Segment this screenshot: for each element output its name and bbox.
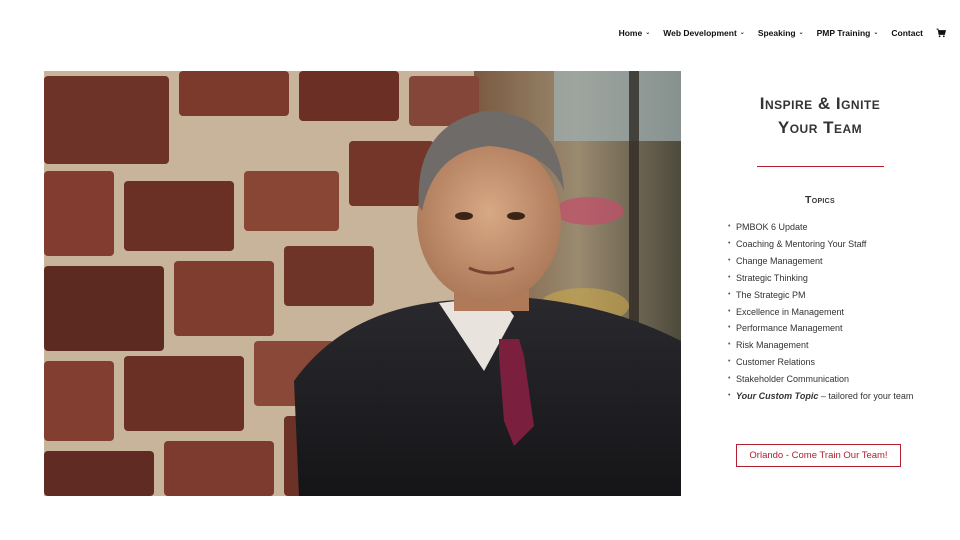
chevron-down-icon: ⌄ [739,30,745,36]
custom-topic-text: – tailored for your team [818,391,914,402]
main-nav: Home ⌄ Web Development ⌄ Speaking ⌄ PMP … [619,28,946,38]
list-item: Customer Relations [728,354,940,371]
nav-label: Home [618,28,643,38]
cart-button[interactable] [936,28,946,38]
nav-item-home[interactable]: Home ⌄ [619,28,651,38]
list-item: Coaching & Mentoring Your Staff [728,236,940,253]
list-item-custom-topic: Your Custom Topic – tailored for your te… [728,388,940,405]
nav-label: Web Development [663,28,737,38]
list-item: Strategic Thinking [728,270,940,287]
nav-item-speaking[interactable]: Speaking ⌄ [758,28,804,38]
nav-item-pmp-training[interactable]: PMP Training ⌄ [817,28,879,38]
list-item: Change Management [728,253,940,270]
headline-line-1: Inspire & Ignite [759,94,881,113]
chevron-down-icon: ⌄ [798,30,804,36]
nav-item-web-development[interactable]: Web Development ⌄ [663,28,745,38]
hero-photo [44,71,681,496]
nav-label: PMP Training [816,28,871,38]
headline-line-2: Your Team [777,118,863,137]
chevron-down-icon: ⌄ [645,30,651,36]
cta-button[interactable]: Orlando - Come Train Our Team! [736,444,901,467]
list-item: Performance Management [728,320,940,337]
list-item: PMBOK 6 Update [728,219,940,236]
topic-list: PMBOK 6 Update Coaching & Mentoring Your… [700,219,940,405]
shopping-cart-icon [936,28,946,38]
list-item: Risk Management [728,337,940,354]
nav-label: Contact [891,28,923,38]
portrait-image [44,71,681,496]
custom-topic-label: Your Custom Topic [736,391,819,402]
chevron-down-icon: ⌄ [873,30,879,36]
nav-label: Speaking [757,28,796,38]
list-item: Stakeholder Communication [728,371,940,388]
headline: Inspire & Ignite Your Team [700,92,940,140]
list-item: The Strategic PM [728,287,940,304]
topics-panel: Inspire & Ignite Your Team Topics PMBOK … [700,71,940,467]
nav-item-contact[interactable]: Contact [891,28,923,38]
list-item: Excellence in Management [728,304,940,321]
divider [756,166,884,167]
topics-title: Topics [805,194,835,206]
